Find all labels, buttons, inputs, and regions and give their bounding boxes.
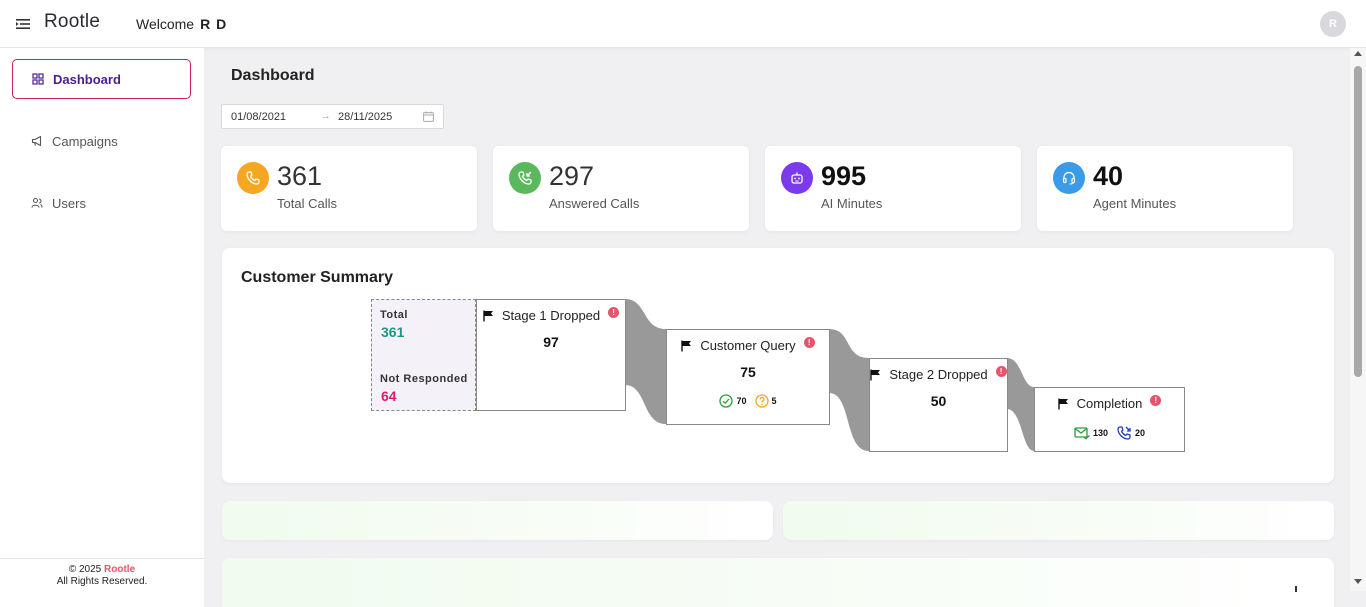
info-icon[interactable]: ! — [803, 337, 815, 348]
stage-value: 75 — [740, 364, 756, 380]
sidebar-item-label: Campaigns — [52, 133, 118, 149]
stat-label: AI Minutes — [821, 196, 883, 211]
stage-card-completion[interactable]: Completion ! 130 20 — [1034, 387, 1185, 452]
stat-card-total-calls: 361 Total Calls — [221, 146, 477, 231]
callback-value: 20 — [1135, 428, 1146, 438]
info-icon[interactable]: ! — [1150, 395, 1162, 406]
info-icon[interactable]: ! — [608, 307, 620, 318]
total-label: Total — [380, 309, 408, 321]
stat-card-agent-minutes: 40 Agent Minutes — [1037, 146, 1293, 231]
resolved-count: 70 — [719, 394, 747, 408]
avatar[interactable]: R — [1320, 11, 1346, 37]
loading-card-left — [222, 501, 773, 540]
sidebar-item-users[interactable]: Users — [12, 183, 191, 223]
phone-callback-icon — [1117, 426, 1131, 440]
stat-value: 40 — [1093, 161, 1124, 191]
stat-label: Agent Minutes — [1093, 196, 1177, 211]
mail-check-icon — [1074, 427, 1090, 440]
rootle-logo[interactable]: Rootle — [44, 11, 100, 33]
stat-label: Answered Calls — [549, 196, 640, 211]
sidebar-item-label: Dashboard — [53, 71, 121, 87]
not-responded-value: 64 — [381, 388, 397, 404]
unresolved-value: 5 — [771, 396, 777, 406]
sidebar-item-label: Users — [52, 195, 86, 211]
robot-icon — [781, 162, 813, 194]
stat-value: 995 — [821, 161, 867, 191]
not-responded-label: Not Responded — [380, 373, 468, 385]
total-summary-box: Total 361 Not Responded 64 — [371, 299, 476, 411]
users-icon — [31, 197, 43, 208]
resolved-value: 70 — [736, 396, 747, 406]
calendar-icon[interactable] — [423, 111, 434, 122]
stat-card-answered-calls: 297 Answered Calls — [493, 146, 749, 231]
callback-count: 20 — [1116, 425, 1145, 441]
sidebar-item-campaigns[interactable]: Campaigns — [12, 121, 191, 161]
phone-incoming-icon — [509, 162, 541, 194]
phone-icon — [237, 162, 269, 194]
footer-copyright: © 2025 — [68, 564, 102, 575]
megaphone-icon — [31, 135, 42, 147]
scrollbar[interactable] — [1350, 48, 1366, 591]
welcome-text: Welcome R D — [136, 16, 227, 32]
stat-label: Total Calls — [277, 196, 337, 211]
grid-icon — [32, 73, 44, 85]
customer-summary-card: Customer Summary Total 361 Not Responded… — [222, 248, 1334, 483]
loading-card-right — [783, 501, 1334, 540]
stage-title: Customer Query — [700, 338, 796, 353]
flag-icon — [681, 340, 692, 351]
flag-icon — [870, 369, 881, 380]
arrow-right-icon: → — [320, 110, 331, 122]
scrollbar-thumb[interactable] — [1354, 66, 1362, 377]
cursor-marker — [1295, 586, 1297, 592]
email-value: 130 — [1092, 428, 1108, 438]
headset-icon — [1053, 162, 1085, 194]
sidebar-footer: © 2025 Rootle All Rights Reserved. — [0, 558, 204, 588]
scroll-up-icon[interactable] — [1354, 51, 1362, 56]
sidebar-item-dashboard[interactable]: Dashboard — [12, 59, 191, 99]
info-icon[interactable]: ! — [995, 366, 1007, 377]
stat-value: 361 — [277, 161, 323, 191]
stage-card-stage2-dropped[interactable]: Stage 2 Dropped ! 50 — [869, 358, 1008, 452]
footer-rights: All Rights Reserved. — [56, 576, 148, 587]
stage-value: 97 — [543, 334, 559, 350]
menu-toggle-icon[interactable] — [14, 15, 32, 33]
stage-title: Completion — [1076, 396, 1143, 411]
end-date-input[interactable]: 28/11/2025 — [338, 111, 392, 123]
stat-value: 297 — [549, 161, 595, 191]
stage-title: Stage 1 Dropped — [501, 308, 601, 323]
flag-icon — [483, 310, 493, 321]
welcome-label: Welcome — [136, 16, 195, 32]
start-date-input[interactable]: 01/08/2021 — [231, 111, 286, 123]
stage-title: Stage 2 Dropped — [889, 367, 988, 382]
question-circle-icon — [754, 394, 769, 408]
email-count: 130 — [1074, 426, 1108, 440]
scroll-down-icon[interactable] — [1354, 579, 1362, 584]
unresolved-count: 5 — [754, 394, 777, 408]
check-circle-icon — [719, 394, 734, 408]
flag-icon — [1057, 398, 1068, 409]
user-name: R D — [200, 16, 228, 32]
stage-value: 50 — [930, 393, 947, 409]
page-title: Dashboard — [231, 67, 315, 84]
stage-card-stage1-dropped[interactable]: Stage 1 Dropped ! 97 — [476, 299, 626, 411]
total-value: 361 — [381, 324, 405, 340]
loading-card-bottom — [222, 558, 1334, 607]
date-range-picker[interactable]: 01/08/2021 → 28/11/2025 — [221, 104, 444, 129]
stage-card-customer-query[interactable]: Customer Query ! 75 70 5 — [666, 329, 830, 425]
footer-brand[interactable]: Rootle — [104, 564, 135, 575]
sidebar: Dashboard Campaigns Users © 2025 Rootle … — [0, 48, 204, 607]
stat-card-ai-minutes: 995 AI Minutes — [765, 146, 1021, 231]
top-header: Rootle Welcome R D R — [0, 0, 1366, 48]
